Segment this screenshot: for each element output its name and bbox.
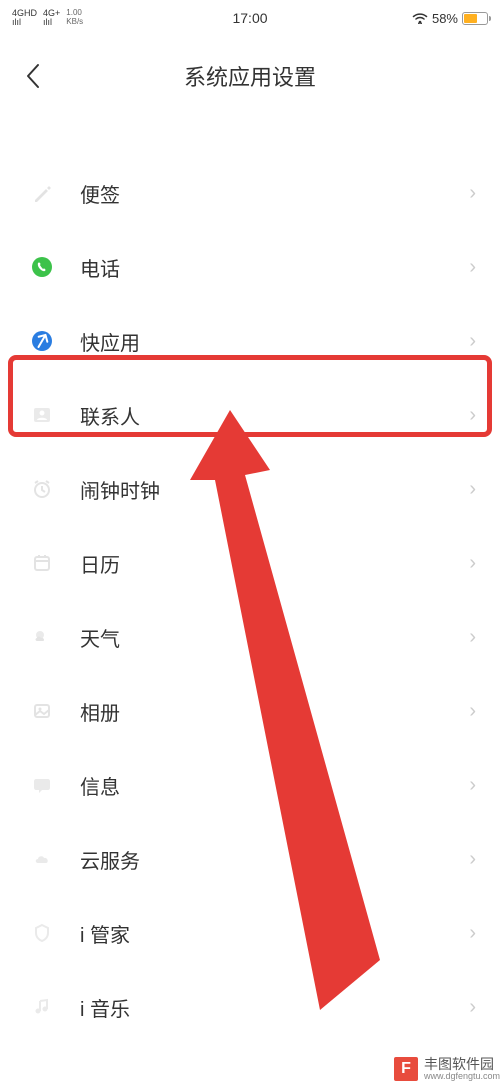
calendar-icon xyxy=(28,549,56,577)
list-item-phone[interactable]: 电话 › xyxy=(0,230,500,304)
list-item-calendar[interactable]: 日历 › xyxy=(0,526,500,600)
item-label: 信息 xyxy=(80,771,469,800)
list-item-quickapp[interactable]: 快应用 › xyxy=(0,304,500,378)
chevron-right-icon: › xyxy=(469,922,476,945)
phone-icon xyxy=(28,253,56,281)
list-item-imanager[interactable]: i 管家 › xyxy=(0,896,500,970)
list-item-gallery[interactable]: 相册 › xyxy=(0,674,500,748)
net-speed: 1.00 KB/s xyxy=(66,9,83,27)
notes-icon xyxy=(28,179,56,207)
cloud-icon xyxy=(28,845,56,873)
list-item-contacts[interactable]: 联系人 › xyxy=(0,378,500,452)
item-label: 云服务 xyxy=(80,845,469,874)
shield-icon xyxy=(28,919,56,947)
settings-list: 便签 › 电话 › 快应用 › 联系人 › 闹钟时钟 › 日历 › xyxy=(0,156,500,1044)
item-label: 快应用 xyxy=(80,327,469,356)
quickapp-icon xyxy=(28,327,56,355)
list-item-imusic[interactable]: i 音乐 › xyxy=(0,970,500,1044)
chevron-right-icon: › xyxy=(469,256,476,279)
alarm-icon xyxy=(28,475,56,503)
page-title: 系统应用设置 xyxy=(184,60,316,92)
chevron-right-icon: › xyxy=(469,478,476,501)
status-left: 4GHD ılıl 4G+ ılıl 1.00 KB/s xyxy=(12,9,83,27)
signal-1: 4GHD ılıl xyxy=(12,9,37,27)
item-label: 联系人 xyxy=(80,401,469,430)
weather-icon xyxy=(28,623,56,651)
chevron-right-icon: › xyxy=(469,404,476,427)
watermark-name: 丰图软件园 xyxy=(424,1057,500,1072)
list-item-weather[interactable]: 天气 › xyxy=(0,600,500,674)
item-label: 相册 xyxy=(80,697,469,726)
chevron-right-icon: › xyxy=(469,700,476,723)
watermark-url: www.dgfengtu.com xyxy=(424,1072,500,1082)
watermark: F 丰图软件园 www.dgfengtu.com xyxy=(388,1055,500,1084)
watermark-text: 丰图软件园 www.dgfengtu.com xyxy=(424,1057,500,1082)
item-label: 便签 xyxy=(80,179,469,208)
item-label: i 管家 xyxy=(80,919,469,948)
list-item-notes[interactable]: 便签 › xyxy=(0,156,500,230)
chevron-right-icon: › xyxy=(469,848,476,871)
status-right: 58% xyxy=(412,11,488,26)
chevron-right-icon: › xyxy=(469,552,476,575)
watermark-logo: F xyxy=(394,1057,418,1081)
list-item-messages[interactable]: 信息 › xyxy=(0,748,500,822)
speed-unit: KB/s xyxy=(66,18,83,27)
signal-1-bars: ılıl xyxy=(12,18,21,27)
gallery-icon xyxy=(28,697,56,725)
signal-2-bars: ılıl xyxy=(43,18,52,27)
contacts-icon xyxy=(28,401,56,429)
messages-icon xyxy=(28,771,56,799)
status-bar: 4GHD ılıl 4G+ ılıl 1.00 KB/s 17:00 58% xyxy=(0,0,500,36)
chevron-right-icon: › xyxy=(469,996,476,1019)
chevron-right-icon: › xyxy=(469,774,476,797)
wifi-icon xyxy=(412,12,428,24)
item-label: 电话 xyxy=(80,253,469,282)
page-header: 系统应用设置 xyxy=(0,46,500,106)
list-item-alarm[interactable]: 闹钟时钟 › xyxy=(0,452,500,526)
battery-fill xyxy=(464,14,477,23)
music-icon xyxy=(28,993,56,1021)
item-label: i 音乐 xyxy=(80,993,469,1022)
item-label: 闹钟时钟 xyxy=(80,475,469,504)
battery-percent: 58% xyxy=(432,11,458,26)
battery-icon xyxy=(462,12,488,25)
back-button[interactable] xyxy=(18,61,48,91)
back-icon xyxy=(25,63,41,89)
list-item-cloud[interactable]: 云服务 › xyxy=(0,822,500,896)
item-label: 天气 xyxy=(80,623,469,652)
item-label: 日历 xyxy=(80,549,469,578)
signal-2: 4G+ ılıl xyxy=(43,9,60,27)
chevron-right-icon: › xyxy=(469,330,476,353)
status-time: 17:00 xyxy=(232,10,267,26)
chevron-right-icon: › xyxy=(469,182,476,205)
chevron-right-icon: › xyxy=(469,626,476,649)
